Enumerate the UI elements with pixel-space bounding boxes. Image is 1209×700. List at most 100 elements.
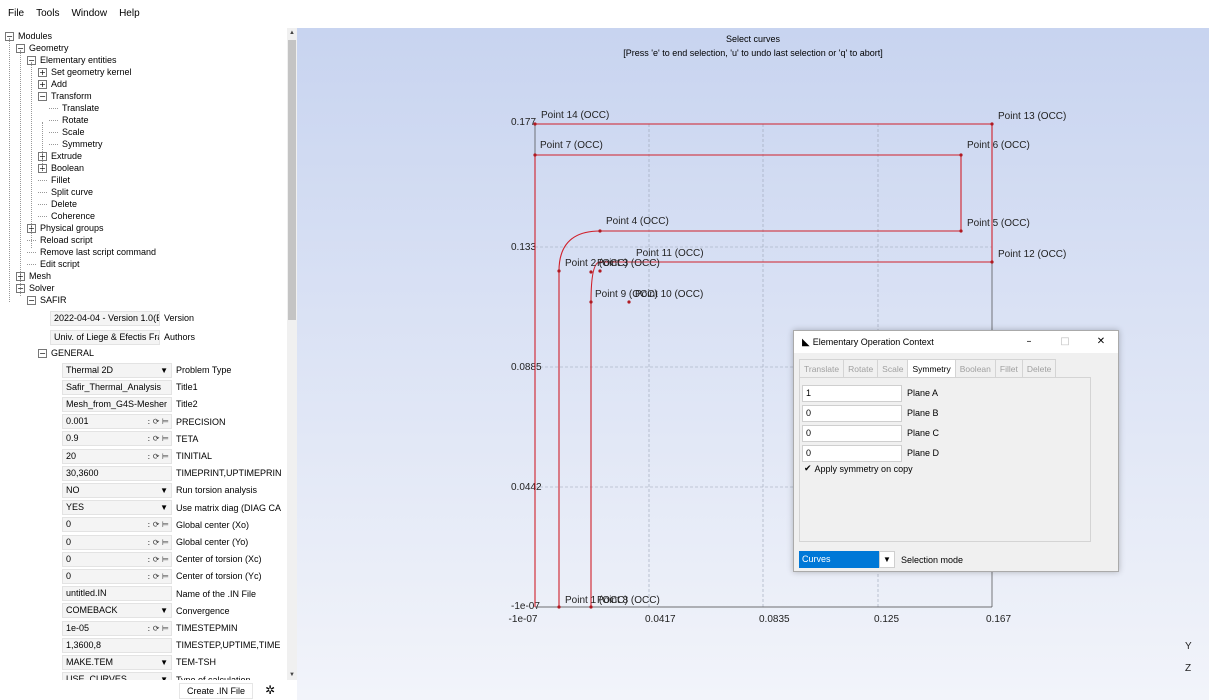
- tree-scrollbar[interactable]: ▲ ▼: [287, 28, 297, 680]
- expand-icon[interactable]: +: [38, 80, 47, 90]
- dropdown-arrow-icon[interactable]: ▼: [160, 501, 168, 514]
- tree-item[interactable]: Fillet: [38, 174, 70, 186]
- menu-help[interactable]: Help: [113, 0, 146, 28]
- property-dropdown[interactable]: USE_CURVES ▼: [62, 672, 172, 680]
- property-input[interactable]: 0: ⟳ ⊨: [62, 534, 172, 550]
- apply-symmetry-row[interactable]: ✔ Apply symmetry on copy: [804, 464, 913, 474]
- create-in-file-button[interactable]: Create .IN File: [179, 683, 253, 699]
- tree-item[interactable]: Delete: [38, 198, 77, 210]
- tree-item[interactable]: + Set geometry kernel: [38, 66, 132, 78]
- plane-b-input[interactable]: 0: [802, 404, 902, 422]
- geometry-point[interactable]: [959, 153, 963, 157]
- tree-item-general[interactable]: − GENERAL: [38, 347, 94, 359]
- geometry-point[interactable]: [533, 153, 537, 157]
- geometry-point[interactable]: [557, 605, 561, 609]
- spin-controls-icon[interactable]: : ⟳ ⊨: [148, 570, 169, 583]
- spin-controls-icon[interactable]: : ⟳ ⊨: [148, 432, 169, 445]
- tree-item[interactable]: + Add: [38, 78, 67, 90]
- geometry-point[interactable]: [990, 122, 994, 126]
- menu-file[interactable]: File: [2, 0, 30, 28]
- dropdown-arrow-icon[interactable]: ▼: [879, 551, 895, 568]
- tree-item[interactable]: − Solver: [16, 282, 55, 294]
- spin-controls-icon[interactable]: : ⟳ ⊨: [148, 553, 169, 566]
- plane-c-input[interactable]: 0: [802, 424, 902, 442]
- tree-item[interactable]: − SAFIR: [27, 294, 67, 306]
- tree-item[interactable]: + Boolean: [38, 162, 84, 174]
- dropdown-arrow-icon[interactable]: ▼: [160, 484, 168, 497]
- scroll-down-icon[interactable]: ▼: [287, 670, 297, 680]
- menu-tools[interactable]: Tools: [30, 0, 65, 28]
- dropdown-arrow-icon[interactable]: ▼: [160, 656, 168, 669]
- tree-item[interactable]: Scale: [49, 126, 85, 138]
- spin-controls-icon[interactable]: : ⟳ ⊨: [148, 415, 169, 428]
- tree-item[interactable]: − Modules: [5, 30, 52, 42]
- collapse-icon[interactable]: −: [38, 92, 47, 102]
- collapse-icon[interactable]: −: [38, 349, 47, 359]
- selection-mode-select[interactable]: Curves: [799, 551, 879, 568]
- property-input[interactable]: 2022-04-04 - Version 1.0(E: [50, 310, 160, 326]
- menu-window[interactable]: Window: [65, 0, 113, 28]
- tab-scale[interactable]: Scale: [877, 359, 909, 377]
- spin-controls-icon[interactable]: : ⟳ ⊨: [148, 622, 169, 635]
- scroll-up-icon[interactable]: ▲: [287, 28, 297, 38]
- tree-item[interactable]: − Transform: [38, 90, 92, 102]
- dropdown-arrow-icon[interactable]: ▼: [160, 364, 168, 377]
- property-input[interactable]: 0: ⟳ ⊨: [62, 517, 172, 533]
- geometry-point[interactable]: [990, 260, 994, 264]
- dropdown-arrow-icon[interactable]: ▼: [160, 673, 168, 680]
- tree-item[interactable]: Translate: [49, 102, 99, 114]
- plane-d-input[interactable]: 0: [802, 444, 902, 462]
- property-input[interactable]: 20: ⟳ ⊨: [62, 448, 172, 464]
- geometry-point[interactable]: [627, 300, 631, 304]
- tree-item[interactable]: − Elementary entities: [27, 54, 117, 66]
- tree-item[interactable]: Edit script: [27, 258, 80, 270]
- property-input[interactable]: 0: ⟳ ⊨: [62, 551, 172, 567]
- property-input[interactable]: untitled.IN: [62, 586, 172, 602]
- spin-controls-icon[interactable]: : ⟳ ⊨: [148, 536, 169, 549]
- property-input[interactable]: 1,3600,8: [62, 637, 172, 653]
- scroll-thumb[interactable]: [288, 40, 296, 320]
- property-dropdown[interactable]: COMEBACK ▼: [62, 603, 172, 619]
- expand-icon[interactable]: +: [38, 68, 47, 78]
- property-input[interactable]: Safir_Thermal_Analysis: [62, 379, 172, 395]
- property-input[interactable]: 30,3600: [62, 465, 172, 481]
- geometry-point[interactable]: [959, 229, 963, 233]
- property-input[interactable]: 1e-05: ⟳ ⊨: [62, 620, 172, 636]
- geometry-point[interactable]: [598, 229, 602, 233]
- tree-item[interactable]: Reload script: [27, 234, 93, 246]
- property-input[interactable]: 0: ⟳ ⊨: [62, 568, 172, 584]
- plane-a-input[interactable]: 1: [802, 384, 902, 402]
- property-dropdown[interactable]: Thermal 2D ▼: [62, 362, 172, 378]
- property-input[interactable]: 0.001: ⟳ ⊨: [62, 414, 172, 430]
- tab-boolean[interactable]: Boolean: [954, 359, 996, 377]
- tab-translate[interactable]: Translate: [799, 359, 845, 377]
- geometry-point[interactable]: [589, 270, 593, 274]
- tree-item[interactable]: + Mesh: [16, 270, 51, 282]
- gear-icon[interactable]: ✲: [256, 683, 284, 699]
- tab-rotate[interactable]: Rotate: [843, 359, 879, 377]
- maximize-icon[interactable]: □: [1047, 331, 1083, 353]
- tree-item[interactable]: Symmetry: [49, 138, 103, 150]
- spin-controls-icon[interactable]: : ⟳ ⊨: [148, 450, 169, 463]
- dropdown-arrow-icon[interactable]: ▼: [160, 604, 168, 617]
- property-dropdown[interactable]: MAKE.TEM ▼: [62, 654, 172, 670]
- collapse-icon[interactable]: −: [27, 296, 36, 306]
- minimize-icon[interactable]: –: [1011, 331, 1047, 353]
- property-input[interactable]: 0.9: ⟳ ⊨: [62, 431, 172, 447]
- tab-symmetry[interactable]: Symmetry: [907, 359, 956, 377]
- tree-item[interactable]: + Extrude: [38, 150, 82, 162]
- tree-item[interactable]: Rotate: [49, 114, 89, 126]
- close-icon[interactable]: ✕: [1083, 331, 1119, 353]
- tree-item[interactable]: + Physical groups: [27, 222, 104, 234]
- property-input[interactable]: Univ. of Liege & Efectis Fra: [50, 329, 160, 345]
- tree-item[interactable]: Split curve: [38, 186, 93, 198]
- property-dropdown[interactable]: YES ▼: [62, 500, 172, 516]
- tab-delete[interactable]: Delete: [1021, 359, 1057, 377]
- geometry-point[interactable]: [533, 122, 537, 126]
- geometry-point[interactable]: [557, 269, 561, 273]
- checkbox-checked-icon[interactable]: ✔: [804, 464, 812, 474]
- property-dropdown[interactable]: NO ▼: [62, 482, 172, 498]
- spin-controls-icon[interactable]: : ⟳ ⊨: [148, 518, 169, 531]
- tab-fillet[interactable]: Fillet: [994, 359, 1023, 377]
- geometry-point[interactable]: [598, 269, 602, 273]
